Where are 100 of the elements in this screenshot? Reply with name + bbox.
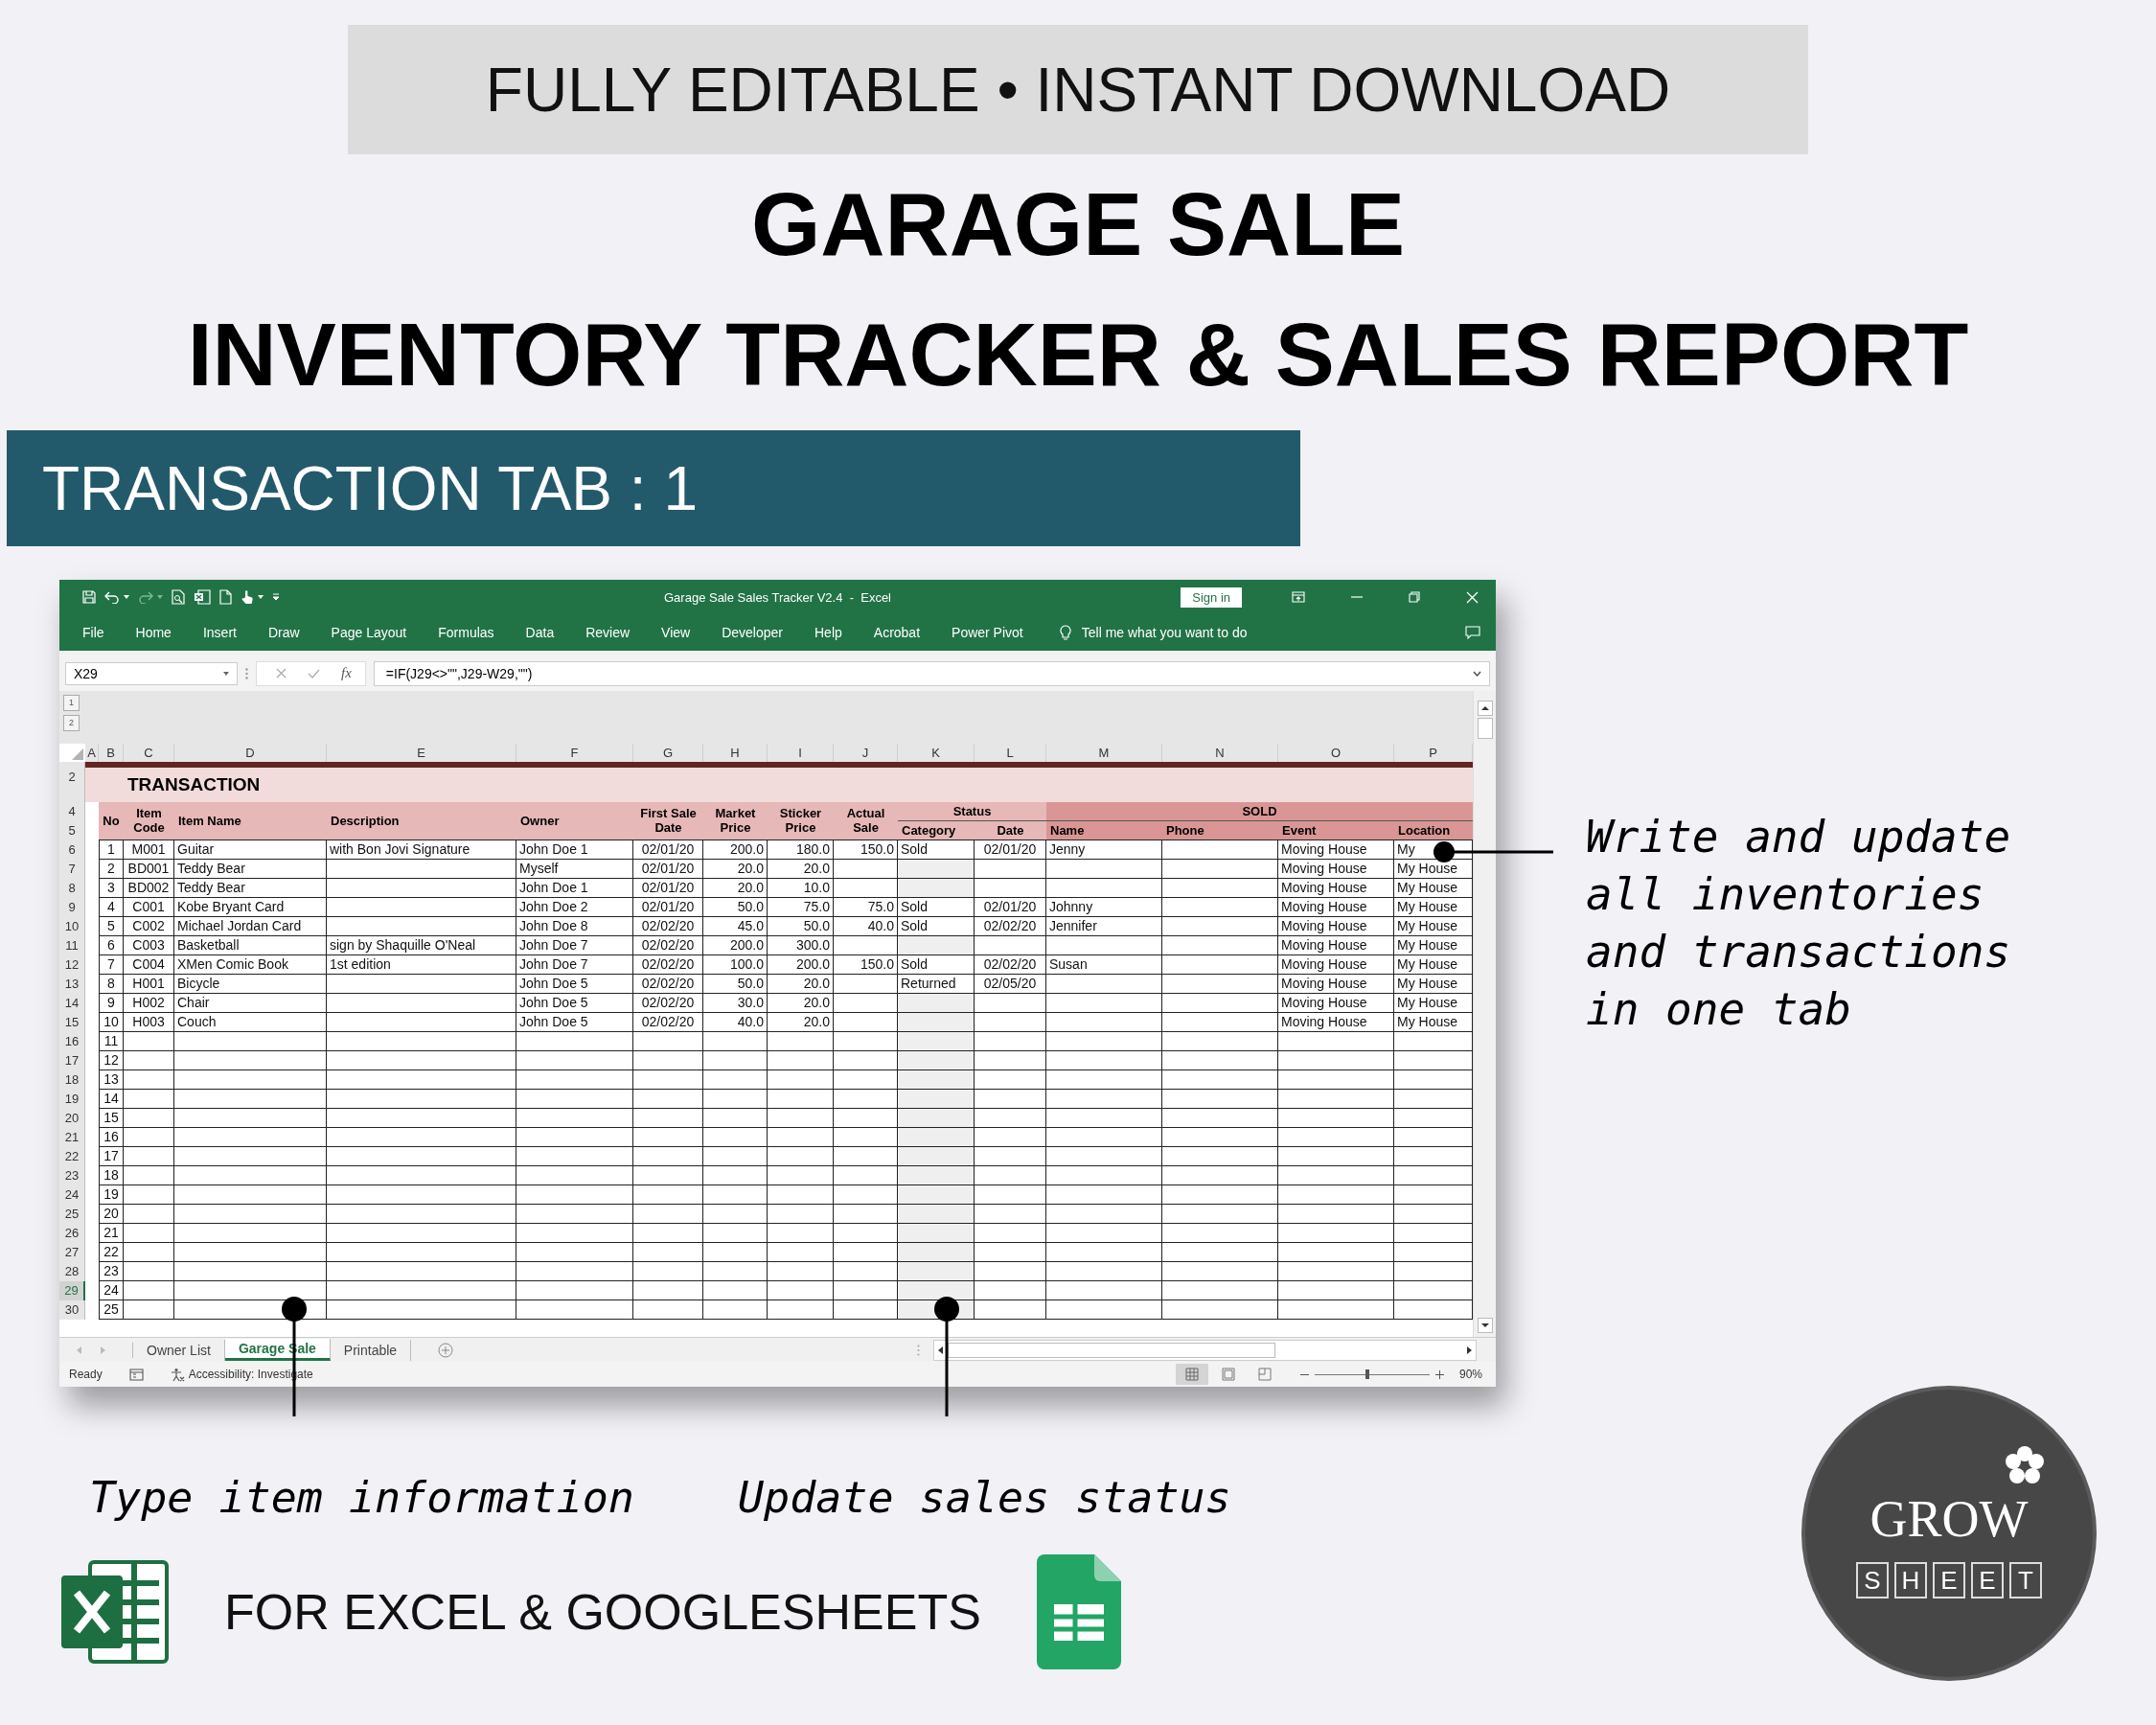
vertical-scrollbar[interactable] (1473, 690, 1496, 1338)
row-number[interactable]: 23 (59, 1165, 85, 1185)
horizontal-scrollbar[interactable] (933, 1339, 1477, 1361)
row-number[interactable]: 15 (59, 1012, 85, 1032)
ribbon-tab[interactable]: Review (585, 625, 631, 641)
insert-function-button[interactable]: fx (341, 665, 352, 682)
row-number[interactable]: 12 (59, 954, 85, 975)
ribbon-tab[interactable]: Power Pivot (952, 625, 1023, 641)
table-cell: Chair (174, 993, 327, 1013)
row-number[interactable]: 10 (59, 916, 85, 936)
row-number[interactable]: 26 (59, 1223, 85, 1243)
row-number[interactable]: 16 (59, 1031, 85, 1051)
row-number[interactable]: 7 (59, 859, 85, 879)
row-number[interactable]: 25 (59, 1204, 85, 1224)
row-number[interactable]: 8 (59, 878, 85, 898)
column-heading: Actual Sale (834, 801, 898, 840)
sheet-tab[interactable]: Owner List (133, 1339, 225, 1361)
scroll-thumb[interactable] (1477, 717, 1493, 739)
row-number[interactable]: 5 (59, 820, 85, 840)
outline-level-button[interactable]: 1 (63, 694, 80, 711)
page-layout-icon[interactable] (1221, 1368, 1235, 1381)
comment-icon[interactable] (1465, 626, 1480, 640)
ribbon-tab[interactable]: Page Layout (331, 625, 407, 641)
ribbon-tab[interactable]: Insert (202, 625, 237, 641)
table-cell: 6 (99, 935, 124, 955)
customize-icon[interactable] (272, 593, 280, 602)
scroll-thumb[interactable] (948, 1342, 1275, 1358)
row-number[interactable]: 9 (59, 897, 85, 917)
grip-icon[interactable] (245, 667, 248, 679)
tell-me-field[interactable]: Tell me what you want to do (1081, 625, 1248, 641)
caret-icon[interactable] (223, 671, 229, 676)
hand-icon[interactable] (241, 589, 254, 606)
row-number[interactable]: 30 (59, 1300, 85, 1320)
ribbon-tab[interactable]: Formulas (438, 625, 494, 641)
enter-icon[interactable] (308, 668, 320, 678)
ribbon-tab[interactable]: Home (135, 625, 172, 641)
caret-icon[interactable] (1473, 670, 1481, 677)
lightbulb-icon[interactable] (1059, 624, 1071, 641)
close-icon[interactable] (1466, 590, 1479, 604)
name-box[interactable]: X29 (65, 661, 238, 685)
table-cell: Moving House (1278, 897, 1394, 917)
scroll-down-icon[interactable] (1477, 1318, 1493, 1334)
table-cell: 02/02/20 (975, 954, 1046, 975)
row-number[interactable]: 29 (59, 1280, 85, 1300)
ribbon-tab[interactable]: View (661, 625, 691, 641)
table-cell: 02/02/20 (633, 1012, 703, 1032)
ribbon-tab[interactable]: Acrobat (873, 625, 921, 641)
cancel-icon[interactable] (276, 668, 287, 679)
row-number[interactable]: 27 (59, 1242, 85, 1262)
row-number[interactable]: 28 (59, 1261, 85, 1281)
spreadsheet-icon[interactable] (194, 589, 211, 606)
row-number[interactable]: 22 (59, 1146, 85, 1166)
table-cell (703, 1261, 768, 1281)
outline-level-button[interactable]: 2 (63, 714, 80, 731)
row-number[interactable]: 2 (59, 767, 85, 802)
add-sheet-icon[interactable] (438, 1342, 454, 1358)
sign-in-button[interactable]: Sign in (1181, 586, 1242, 608)
row-number[interactable]: 4 (59, 801, 85, 821)
row-number[interactable]: 21 (59, 1127, 85, 1147)
table-cell: 8 (99, 974, 124, 994)
print-preview-icon[interactable] (172, 589, 185, 606)
row-number[interactable]: 19 (59, 1089, 85, 1109)
table-cell (703, 1242, 768, 1262)
row-number[interactable]: 6 (59, 840, 85, 860)
row-number[interactable]: 13 (59, 974, 85, 994)
row-number[interactable]: 14 (59, 993, 85, 1013)
restore-icon[interactable] (1409, 591, 1420, 604)
ribbon-display-icon[interactable] (1292, 591, 1305, 604)
formula-field[interactable]: =IF(J29<>"",J29-W29,"") (373, 660, 1490, 686)
row-number[interactable]: 18 (59, 1070, 85, 1090)
zoom-level[interactable]: 90% (1458, 1368, 1482, 1381)
ribbon-tab[interactable]: Draw (267, 625, 300, 641)
macro-icon[interactable] (128, 1368, 144, 1381)
table-cell: John Doe 1 (516, 878, 633, 898)
table-cell: BD001 (124, 859, 174, 879)
table-cell: 50.0 (768, 916, 834, 936)
ribbon-tab[interactable]: Developer (722, 625, 783, 641)
save-icon[interactable] (82, 590, 96, 605)
scroll-up-icon[interactable] (1477, 700, 1493, 716)
page-icon[interactable] (219, 589, 232, 606)
redo-icon[interactable] (138, 590, 153, 605)
row-number[interactable]: 17 (59, 1050, 85, 1070)
ribbon-tab[interactable]: File (82, 625, 104, 641)
ribbon-tab[interactable]: Data (525, 625, 555, 641)
accessibility-icon[interactable] (170, 1367, 185, 1382)
caret-icon[interactable] (258, 595, 264, 600)
ribbon-tab[interactable]: Help (814, 625, 842, 641)
table-cell: John Doe 1 (516, 840, 633, 860)
row-number[interactable]: 20 (59, 1108, 85, 1128)
page-break-icon[interactable] (1257, 1368, 1272, 1381)
row-number[interactable]: 11 (59, 935, 85, 955)
row-number[interactable]: 24 (59, 1184, 85, 1205)
table-cell: 50.0 (703, 974, 768, 994)
sheet-tab[interactable]: Printable (330, 1339, 412, 1361)
zoom-slider-thumb[interactable] (1365, 1369, 1370, 1379)
zoom-in-icon[interactable] (1434, 1369, 1444, 1379)
normal-view-icon[interactable] (1175, 1364, 1208, 1385)
minimize-icon[interactable] (1351, 596, 1363, 599)
caret-icon[interactable] (124, 595, 129, 600)
undo-icon[interactable] (104, 590, 120, 605)
